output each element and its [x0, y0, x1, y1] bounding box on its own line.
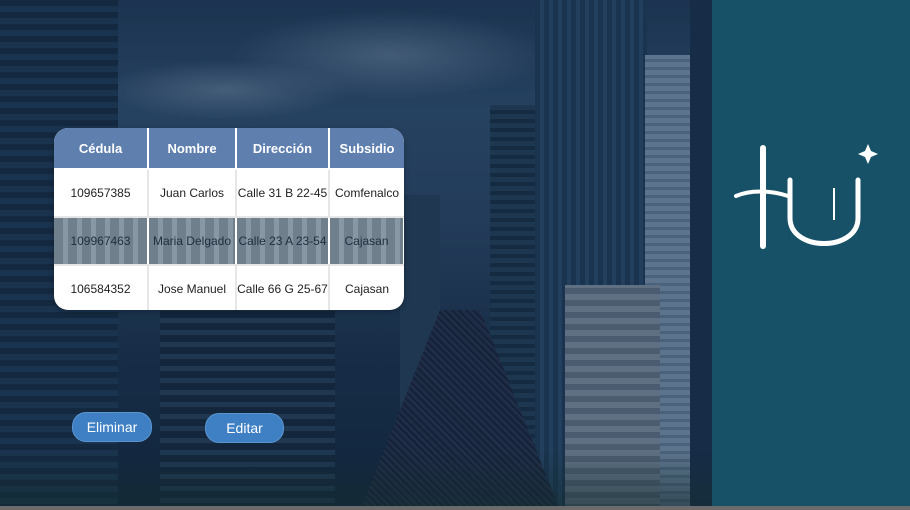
table-row[interactable]: 109657385 Juan Carlos Calle 31 B 22-45 C… [54, 169, 404, 218]
cell-cedula: 106584352 [54, 265, 149, 310]
cell-cedula: 109967463 [54, 217, 149, 266]
iu-logo [734, 144, 878, 249]
cell-cedula: 109657385 [54, 169, 149, 218]
cell-direccion: Calle 23 A 23-54 [236, 217, 330, 266]
delete-button[interactable]: Eliminar [72, 412, 152, 442]
table-row-selected[interactable]: 109967463 Maria Delgado Calle 23 A 23-54… [54, 217, 404, 266]
cell-nombre: Juan Carlos [148, 169, 237, 218]
column-header-subsidio[interactable]: Subsidio [329, 128, 404, 170]
cell-subsidio: Cajasan [329, 265, 404, 310]
column-header-cedula[interactable]: Cédula [54, 128, 149, 170]
edit-button[interactable]: Editar [205, 413, 284, 443]
cell-subsidio: Cajasan [329, 217, 404, 266]
cell-direccion: Calle 31 B 22-45 [236, 169, 330, 218]
subsidy-table-card: Cédula Nombre Dirección Subsidio 1096573… [54, 128, 404, 310]
cell-nombre: Maria Delgado [148, 217, 237, 266]
sparkle-star-icon [858, 144, 878, 164]
column-header-nombre[interactable]: Nombre [148, 128, 237, 170]
table-header-row: Cédula Nombre Dirección Subsidio [54, 128, 404, 170]
column-header-direccion[interactable]: Dirección [236, 128, 330, 170]
cell-subsidio: Comfenalco [329, 169, 404, 218]
window-bottom-edge [0, 506, 910, 510]
subsidy-table: Cédula Nombre Dirección Subsidio 1096573… [54, 128, 404, 310]
cell-direccion: Calle 66 G 25-67 [236, 265, 330, 310]
cell-nombre: Jose Manuel [148, 265, 237, 310]
table-row[interactable]: 106584352 Jose Manuel Calle 66 G 25-67 C… [54, 265, 404, 310]
